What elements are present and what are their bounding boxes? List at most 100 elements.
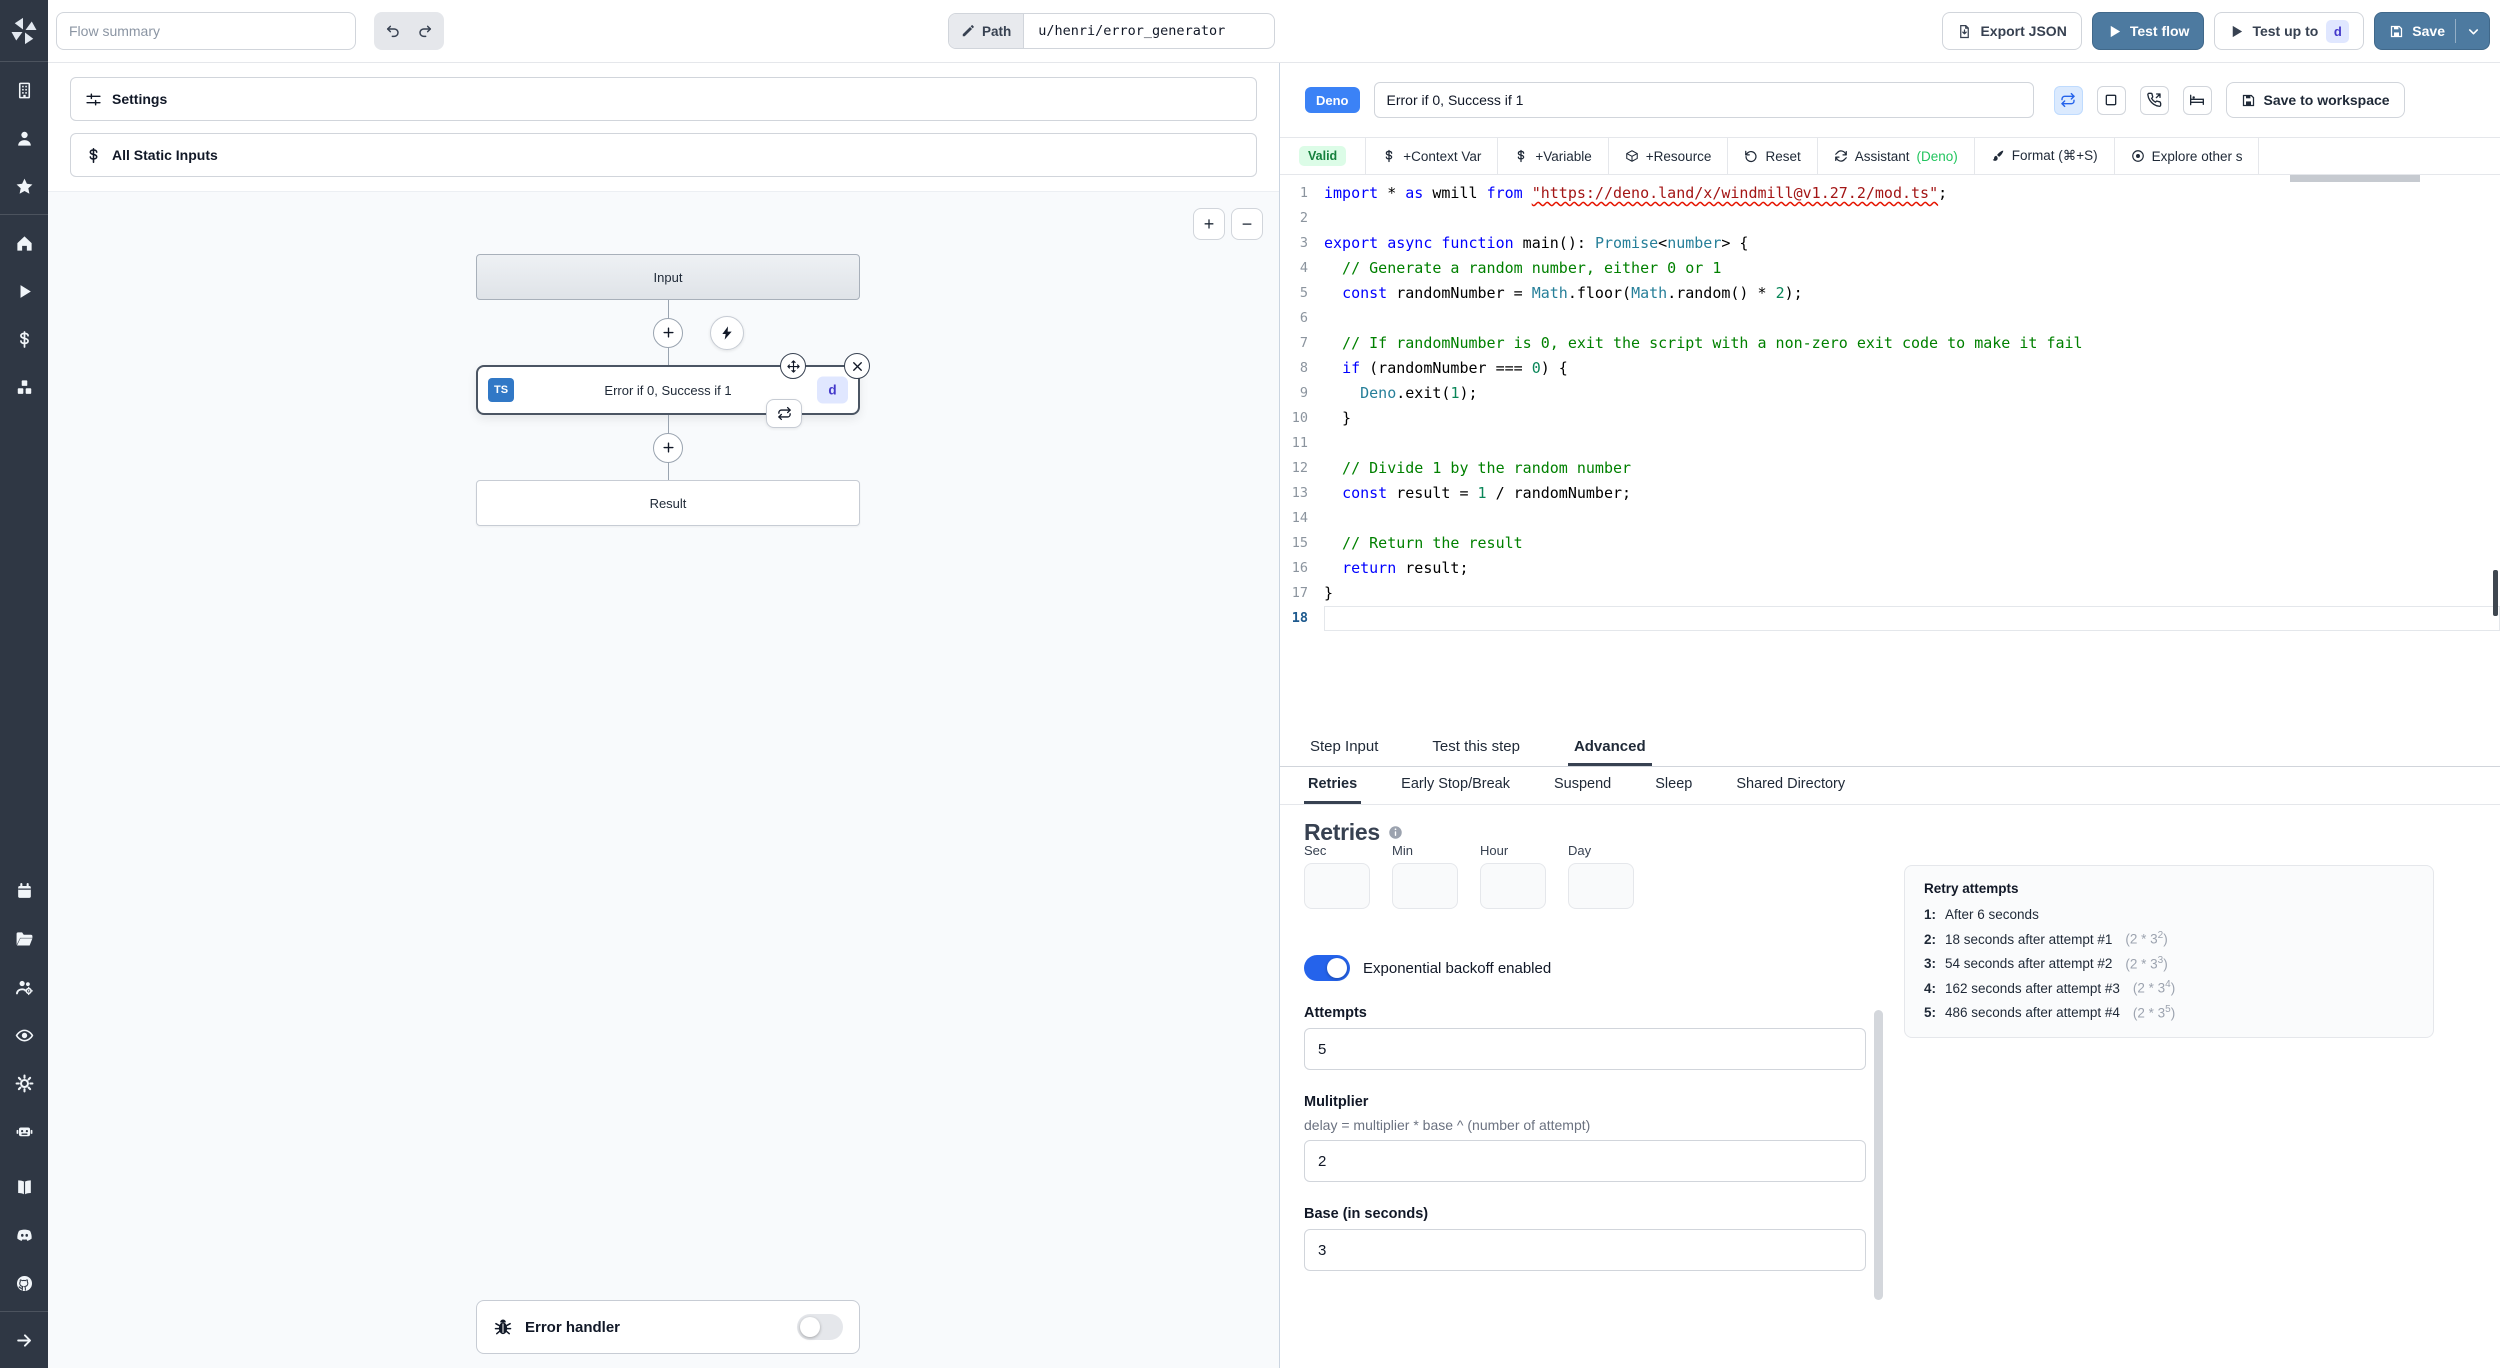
hour-input[interactable] [1480,863,1546,909]
github-icon[interactable] [10,1269,38,1297]
day-input[interactable] [1568,863,1634,909]
toolbar-format-s-[interactable]: Format (⌘+S) [1975,138,2115,174]
trigger-bolt-button[interactable] [710,315,744,350]
save-button[interactable]: Save [2374,12,2490,50]
code-line-18[interactable]: 18 [1280,606,2500,631]
eye-icon[interactable] [10,1021,38,1049]
building-icon[interactable] [10,76,38,104]
multiplier-input[interactable]: 2 [1304,1140,1866,1182]
bed-setting-button[interactable] [2182,85,2212,115]
repeat-setting-button[interactable] [2053,85,2083,115]
sec-input[interactable] [1304,863,1370,909]
add-step-button-2[interactable] [653,432,683,463]
subtab-shared-directory[interactable]: Shared Directory [1732,767,1849,804]
exponential-backoff-toggle[interactable] [1304,955,1350,981]
language-badge: Deno [1305,87,1360,113]
path-field[interactable]: Path u/henri/error_generator [948,13,1276,49]
square-setting-button[interactable] [2096,85,2126,115]
subtab-suspend[interactable]: Suspend [1550,767,1615,804]
windmill-logo-icon[interactable] [0,0,48,62]
zoom-in-button[interactable]: + [1193,208,1225,240]
code-line-8[interactable]: 8 if (randomNumber === 0) { [1280,356,2500,381]
panel-scrollbar[interactable] [1874,1010,1883,1300]
move-step-button[interactable] [780,353,806,379]
toolbar--variable[interactable]: +Variable [1498,138,1609,174]
tab-step-input[interactable]: Step Input [1304,730,1384,766]
undo-button[interactable] [378,16,408,46]
code-line-6[interactable]: 6 [1280,306,2500,331]
flow-summary-input[interactable] [56,12,356,50]
code-line-13[interactable]: 13 const result = 1 / randomNumber; [1280,481,2500,506]
code-line-11[interactable]: 11 [1280,431,2500,456]
toolbar--context-var[interactable]: +Context Var [1366,138,1499,174]
flow-graph: Input TS Error if 0, Success if 1 d Resu… [476,254,870,526]
phone-incoming-setting-button[interactable] [2139,85,2169,115]
refresh-icon [1834,149,1848,163]
min-input[interactable] [1392,863,1458,909]
code-line-9[interactable]: 9 Deno.exit(1); [1280,381,2500,406]
export-json-button[interactable]: Export JSON [1942,12,2082,50]
tab-advanced[interactable]: Advanced [1567,730,1652,766]
users-gear-icon[interactable] [10,973,38,1001]
code-line-1[interactable]: 1 import * as wmill from "https://deno.la… [1280,181,2500,206]
retry-indicator-button[interactable] [766,399,802,428]
add-step-button[interactable] [653,317,683,348]
tab-test-this-step[interactable]: Test this step [1426,730,1526,766]
editor-scrollbar-thumb[interactable] [2493,570,2498,616]
gear-icon[interactable] [10,1069,38,1097]
robot-icon[interactable] [10,1117,38,1145]
zoom-out-button[interactable]: − [1231,208,1263,240]
step-node-selected[interactable]: TS Error if 0, Success if 1 d [476,353,870,428]
code-line-4[interactable]: 4 // Generate a random number, either 0 … [1280,256,2500,281]
path-value[interactable]: u/henri/error_generator [1024,14,1274,48]
code-line-5[interactable]: 5 const randomNumber = Math.floor(Math.r… [1280,281,2500,306]
toolbar--resource[interactable]: +Resource [1609,138,1729,174]
result-node[interactable]: Result [476,480,860,526]
code-line-3[interactable]: 3 export async function main(): Promise<n… [1280,231,2500,256]
info-icon[interactable] [1388,825,1403,840]
subtab-retries[interactable]: Retries [1304,767,1362,804]
bug-icon [493,1317,513,1337]
redo-button[interactable] [410,16,440,46]
chevron-down-icon[interactable] [2466,24,2481,39]
error-handler-bar[interactable]: Error handler [476,1300,860,1354]
subtab-early-stop-break[interactable]: Early Stop/Break [1397,767,1514,804]
toolbar-explore-other-s[interactable]: Explore other s [2115,138,2260,174]
base-input[interactable]: 3 [1304,1229,1866,1271]
attempts-input[interactable]: 5 [1304,1028,1866,1070]
book-icon[interactable] [10,1173,38,1201]
toolbar-horizontal-scrollbar[interactable] [2290,175,2420,182]
flow-settings-bar[interactable]: Settings [70,77,1257,121]
user-icon[interactable] [10,124,38,152]
arrow-right-icon[interactable] [10,1326,38,1354]
all-static-inputs-bar[interactable]: All Static Inputs [70,133,1257,177]
subtab-sleep[interactable]: Sleep [1651,767,1696,804]
dollar-icon[interactable] [10,325,38,353]
test-flow-button[interactable]: Test flow [2091,12,2205,50]
discord-icon[interactable] [10,1221,38,1249]
code-line-7[interactable]: 7 // If randomNumber is 0, exit the scri… [1280,331,2500,356]
code-line-17[interactable]: 17} [1280,581,2500,606]
delete-step-button[interactable] [844,353,870,379]
toolbar-assistant[interactable]: Assistant (Deno) [1818,138,1975,174]
code-line-2[interactable]: 2 [1280,206,2500,231]
boxes-icon[interactable] [10,373,38,401]
calendar-icon[interactable] [10,877,38,905]
error-handler-toggle[interactable] [797,1314,843,1340]
code-editor[interactable]: 1 import * as wmill from "https://deno.la… [1280,175,2500,730]
save-to-workspace-button[interactable]: Save to workspace [2225,82,2405,118]
code-line-15[interactable]: 15 // Return the result [1280,531,2500,556]
code-line-10[interactable]: 10 } [1280,406,2500,431]
step-title-input[interactable] [1373,82,2034,118]
play-icon[interactable] [10,277,38,305]
home-icon[interactable] [10,229,38,257]
test-up-to-button[interactable]: Test up to d [2214,12,2365,50]
code-line-16[interactable]: 16 return result; [1280,556,2500,581]
code-line-14[interactable]: 14 [1280,506,2500,531]
star-icon[interactable] [10,172,38,200]
flow-canvas[interactable]: + − Input TS Error if 0, Success if 1 d … [48,191,1279,1368]
folder-icon[interactable] [10,925,38,953]
toolbar-reset[interactable]: Reset [1728,138,1818,174]
code-line-12[interactable]: 12 // Divide 1 by the random number [1280,456,2500,481]
input-node[interactable]: Input [476,254,860,300]
